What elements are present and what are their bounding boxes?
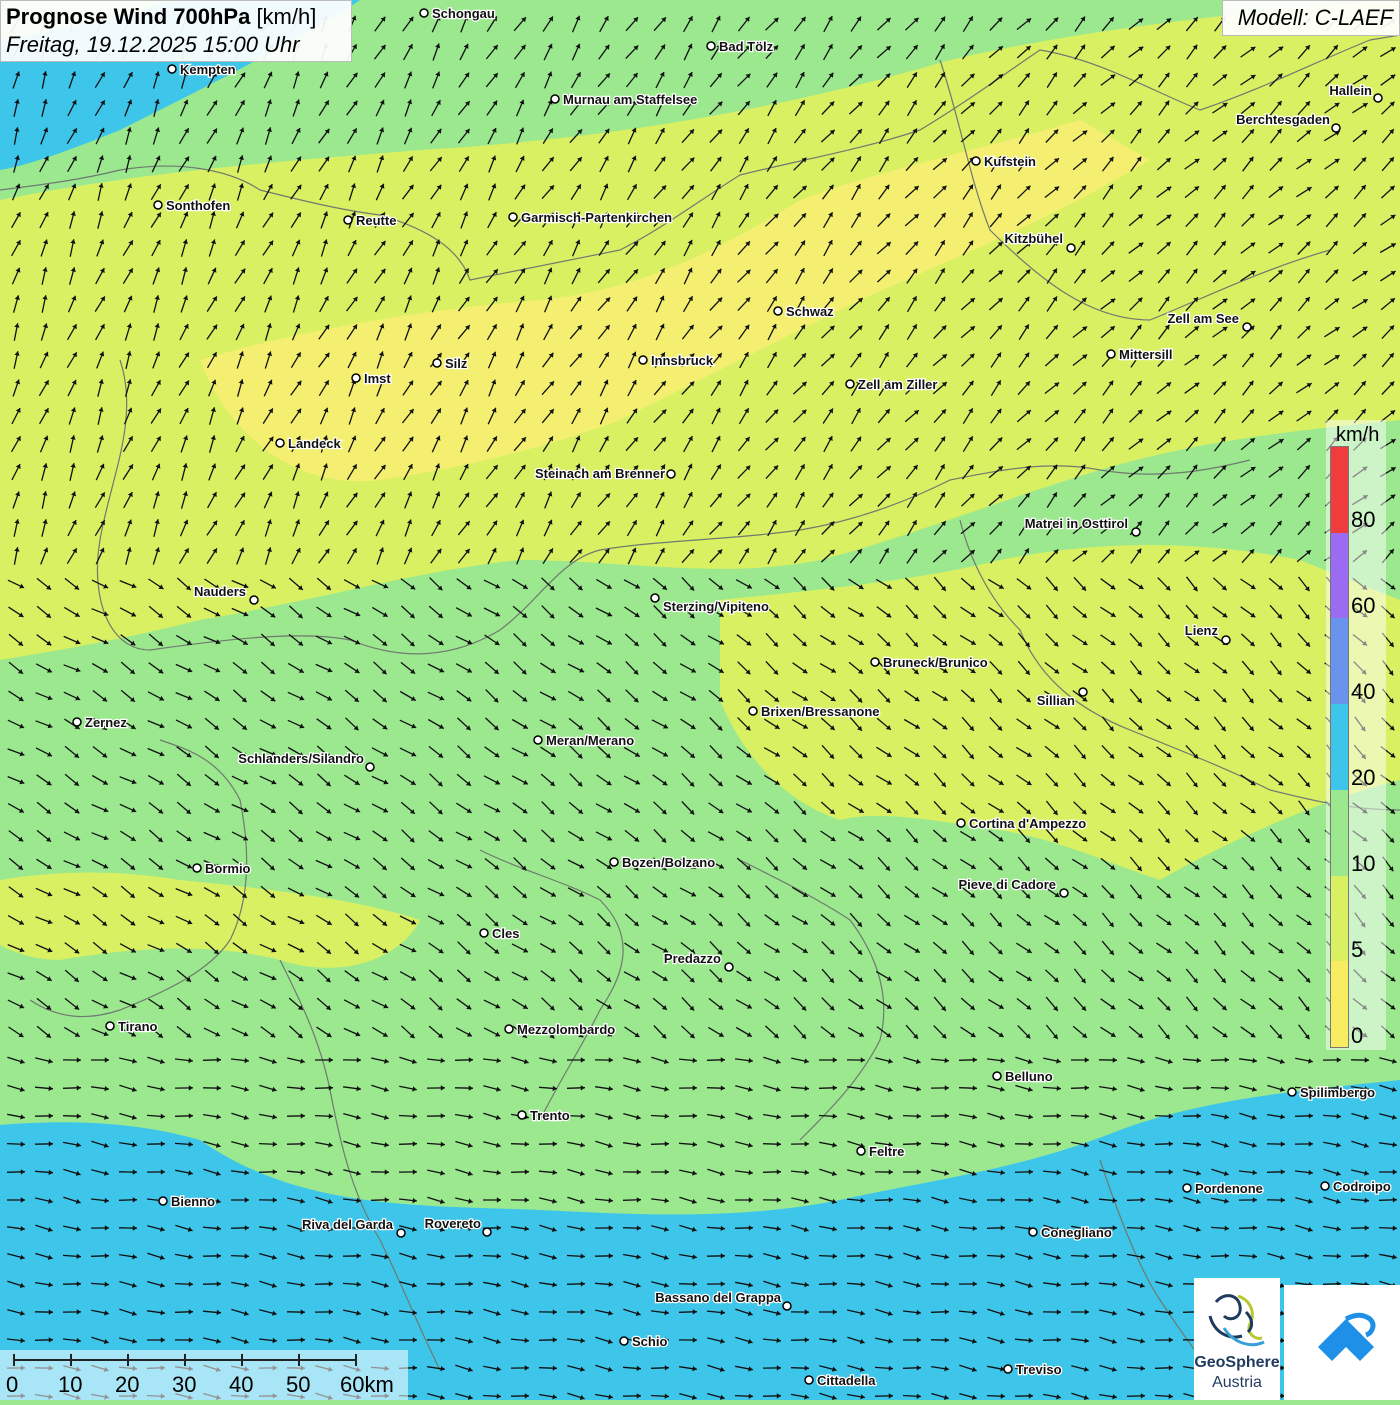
wind-map: SchongauBad TölzKemptenMurnau am Staffel…	[0, 0, 1400, 1400]
